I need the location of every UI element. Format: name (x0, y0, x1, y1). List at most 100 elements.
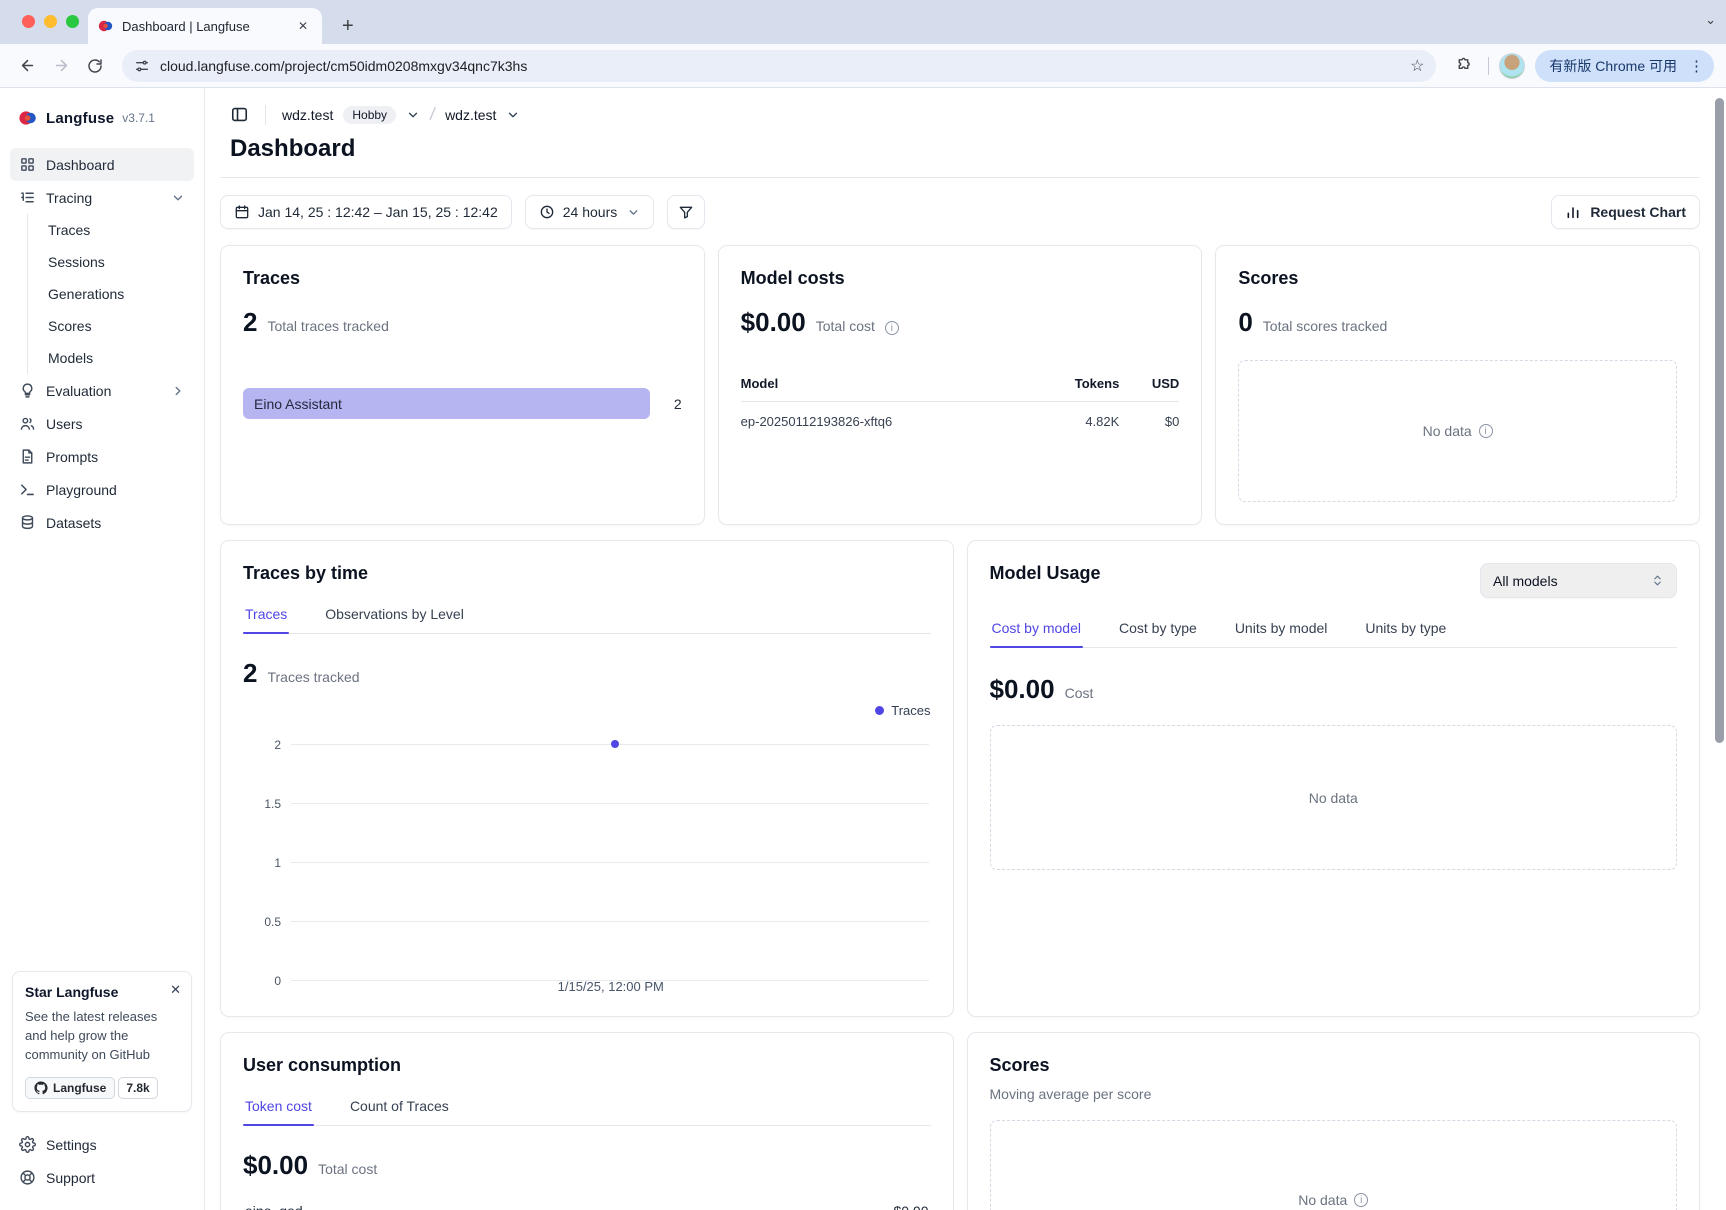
bookmark-star-icon[interactable]: ☆ (1410, 56, 1424, 76)
tab-units-by-type[interactable]: Units by type (1363, 616, 1448, 647)
github-star-button[interactable]: Langfuse (25, 1077, 115, 1099)
time-preset-label: 24 hours (563, 204, 617, 220)
card-title: Traces by time (243, 563, 931, 584)
new-tab-button[interactable]: + (334, 15, 362, 38)
chrome-menu-icon[interactable]: ⋮ (1685, 57, 1708, 75)
tab-observations-by-level[interactable]: Observations by Level (323, 602, 466, 633)
y-tick: 1 (243, 856, 281, 870)
model-costs-label: Total cost (816, 318, 875, 334)
site-settings-icon[interactable] (134, 58, 150, 74)
sidebar-item-scores[interactable]: Scores (48, 310, 194, 342)
sidebar-item-traces[interactable]: Traces (48, 214, 194, 246)
y-tick: 0 (243, 974, 281, 988)
sub-item-label: Generations (48, 286, 124, 302)
sidebar-item-support[interactable]: Support (10, 1161, 194, 1194)
card-title: Scores (1238, 268, 1677, 289)
tab-close-icon[interactable]: ✕ (294, 17, 312, 35)
all-models-label: All models (1493, 573, 1558, 589)
date-range-picker[interactable]: Jan 14, 25 : 12:42 – Jan 15, 25 : 12:42 (220, 195, 512, 229)
sidebar-item-label: Playground (46, 482, 185, 498)
sidebar-item-evaluation[interactable]: Evaluation (10, 374, 194, 407)
request-chart-button[interactable]: Request Chart (1551, 195, 1700, 229)
browser-tab[interactable]: Dashboard | Langfuse ✕ (88, 8, 322, 44)
chrome-update-label: 有新版 Chrome 可用 (1549, 56, 1677, 76)
sidebar-item-dashboard[interactable]: Dashboard (10, 148, 194, 181)
sidebar-toggle-icon[interactable] (230, 105, 249, 124)
back-button[interactable] (12, 51, 42, 81)
close-icon[interactable]: ✕ (170, 982, 181, 998)
model-costs-total: $0.00 (741, 307, 806, 338)
card-title: Model costs (741, 268, 1180, 289)
chevron-down-icon (171, 191, 185, 205)
sidebar-item-users[interactable]: Users (10, 407, 194, 440)
data-point-traces[interactable] (611, 740, 619, 748)
user-consumption-card: User consumption Token cost Count of Tra… (220, 1032, 954, 1210)
sub-item-label: Sessions (48, 254, 105, 270)
sidebar-item-settings[interactable]: Settings (10, 1128, 194, 1161)
sidebar-item-prompts[interactable]: Prompts (10, 440, 194, 473)
info-icon[interactable]: i (1479, 424, 1493, 438)
scrollbar-thumb[interactable] (1715, 98, 1724, 743)
sidebar-item-sessions[interactable]: Sessions (48, 246, 194, 278)
sidebar-item-generations[interactable]: Generations (48, 278, 194, 310)
filter-button[interactable] (667, 195, 705, 229)
tab-count-of-traces[interactable]: Count of Traces (348, 1094, 451, 1125)
model-usage-card: Model Usage All models Cost by model Cos… (967, 540, 1701, 1017)
user-consumption-tabs: Token cost Count of Traces (243, 1094, 931, 1126)
table-row[interactable]: ep-20250112193826-xftq6 4.82K $0 (741, 402, 1180, 436)
traces-by-time-tabs: Traces Observations by Level (243, 602, 931, 634)
zoom-window-button[interactable] (66, 15, 79, 28)
brand-row[interactable]: Langfuse v3.7.1 (10, 102, 194, 148)
sidebar-item-playground[interactable]: Playground (10, 473, 194, 506)
url-bar[interactable]: cloud.langfuse.com/project/cm50idm0208mx… (122, 50, 1436, 82)
tab-traces[interactable]: Traces (243, 602, 289, 633)
extensions-icon[interactable] (1448, 51, 1478, 81)
sidebar-item-label: Datasets (46, 515, 185, 531)
col-header-tokens: Tokens (1029, 370, 1119, 402)
tab-token-cost[interactable]: Token cost (243, 1094, 314, 1125)
sidebar-item-tracing[interactable]: Tracing (10, 181, 194, 214)
legend-label: Traces (891, 703, 930, 718)
trace-name-row: Eino Assistant 2 (243, 388, 682, 419)
tab-cost-by-model[interactable]: Cost by model (990, 616, 1083, 647)
tab-cost-by-type[interactable]: Cost by type (1117, 616, 1199, 647)
chevron-down-icon[interactable] (506, 108, 520, 122)
funnel-icon (678, 204, 694, 220)
forward-button[interactable] (46, 51, 76, 81)
all-models-select[interactable]: All models (1480, 563, 1677, 598)
tab-units-by-model[interactable]: Units by model (1233, 616, 1330, 647)
sidebar-item-models[interactable]: Models (48, 342, 194, 374)
browser-toolbar: cloud.langfuse.com/project/cm50idm0208mx… (0, 44, 1726, 88)
minimize-window-button[interactable] (44, 15, 57, 28)
info-icon[interactable]: i (1354, 1193, 1368, 1207)
user-consumption-row[interactable]: eino_god $0.00 (243, 1203, 931, 1210)
scores-card-bottom: Scores Moving average per score No data … (967, 1032, 1701, 1210)
sub-item-label: Scores (48, 318, 92, 334)
sub-item-label: Traces (48, 222, 90, 238)
chart-legend: Traces (243, 703, 931, 718)
profile-avatar[interactable] (1499, 53, 1525, 79)
traces-total: 2 (243, 307, 257, 338)
breadcrumb-org[interactable]: wdz.test (282, 107, 333, 123)
reload-button[interactable] (80, 51, 110, 81)
chrome-update-button[interactable]: 有新版 Chrome 可用 ⋮ (1535, 50, 1714, 82)
scores-total: 0 (1238, 307, 1252, 338)
y-tick: 1.5 (243, 797, 281, 811)
github-icon (34, 1081, 48, 1095)
info-icon[interactable]: i (885, 321, 899, 335)
sidebar-item-label: Users (46, 416, 185, 432)
y-tick: 0.5 (243, 915, 281, 929)
tab-search-icon[interactable]: ⌄ (1705, 12, 1716, 28)
star-langfuse-card: Star Langfuse ✕ See the latest releases … (12, 971, 192, 1112)
page-scrollbar[interactable] (1713, 88, 1726, 1210)
model-usage-tabs: Cost by model Cost by type Units by mode… (990, 616, 1678, 648)
user-label: eino_god (245, 1203, 303, 1210)
chevron-down-icon[interactable] (406, 108, 420, 122)
breadcrumb-project[interactable]: wdz.test (445, 107, 496, 123)
trace-name-bar[interactable]: Eino Assistant (243, 388, 650, 419)
close-window-button[interactable] (22, 15, 35, 28)
sidebar-item-datasets[interactable]: Datasets (10, 506, 194, 539)
tracing-submenu: Traces Sessions Generations Scores Model… (27, 214, 194, 374)
cell-model: ep-20250112193826-xftq6 (741, 402, 1030, 436)
time-preset-select[interactable]: 24 hours (525, 195, 654, 229)
